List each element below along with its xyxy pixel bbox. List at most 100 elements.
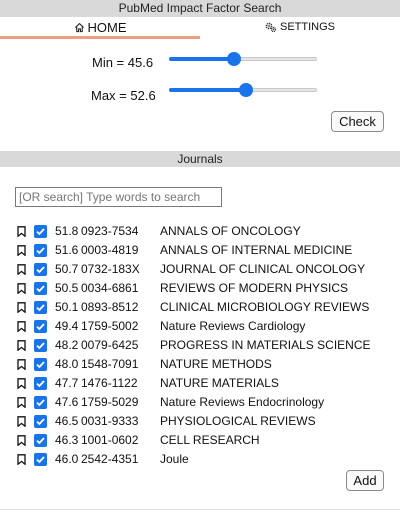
- journal-checkbox[interactable]: [34, 282, 47, 295]
- journal-name: PROGRESS IN MATERIALS SCIENCE: [160, 338, 371, 352]
- tab-settings[interactable]: SETTINGS: [200, 17, 400, 37]
- min-slider-thumb[interactable]: [227, 52, 242, 66]
- journal-issn: 1476-1122: [81, 376, 138, 390]
- journal-checkbox[interactable]: [34, 225, 47, 238]
- journal-impact-factor: 49.4: [55, 319, 79, 333]
- bookmark-icon[interactable]: [17, 378, 26, 392]
- journal-impact-factor: 50.5: [55, 281, 79, 295]
- journal-name: NATURE METHODS: [160, 357, 272, 371]
- journal-issn: 1759-5002: [81, 319, 139, 333]
- journal-checkbox[interactable]: [34, 377, 47, 390]
- journal-name: CLINICAL MICROBIOLOGY REVIEWS: [160, 300, 370, 314]
- bookmark-icon[interactable]: [17, 283, 26, 297]
- checkmark-icon: [36, 247, 45, 255]
- checkmark-icon: [36, 399, 45, 407]
- journal-checkbox[interactable]: [34, 396, 47, 409]
- journal-impact-factor: 48.2: [55, 338, 79, 352]
- journal-issn: 0034-6861: [81, 281, 139, 295]
- checkmark-icon: [36, 304, 45, 312]
- journal-impact-factor: 50.7: [55, 262, 79, 276]
- bookmark-icon[interactable]: [17, 416, 26, 430]
- tab-bar: HOME SETTINGS: [0, 17, 400, 39]
- journal-checkbox[interactable]: [34, 263, 47, 276]
- min-label: Min = 45.6: [92, 55, 154, 70]
- journal-row: 46.0 2542-4351 Joule: [15, 450, 395, 469]
- journal-search-input[interactable]: [15, 187, 222, 207]
- min-slider-fill: [169, 57, 235, 61]
- max-slider-thumb[interactable]: [238, 83, 253, 97]
- journal-name: PHYSIOLOGICAL REVIEWS: [160, 414, 316, 428]
- divider: [0, 509, 400, 510]
- gears-icon: [265, 22, 277, 32]
- journal-checkbox[interactable]: [34, 453, 47, 466]
- app-title: PubMed Impact Factor Search: [0, 0, 400, 17]
- journal-checkbox[interactable]: [34, 320, 47, 333]
- checkmark-icon: [36, 285, 45, 293]
- tab-home[interactable]: HOME: [0, 17, 200, 37]
- journal-name: Nature Reviews Endocrinology: [160, 395, 325, 409]
- journal-row: 47.6 1759-5029 Nature Reviews Endocrinolog…: [15, 393, 395, 412]
- journal-checkbox[interactable]: [34, 301, 47, 314]
- journal-issn: 1759-5029: [81, 395, 139, 409]
- journal-checkbox[interactable]: [34, 244, 47, 257]
- journal-row: 51.6 0003-4819 ANNALS OF INTERNAL MEDICINE: [15, 241, 395, 260]
- bookmark-icon[interactable]: [17, 359, 26, 373]
- bookmark-icon[interactable]: [17, 397, 26, 411]
- checkmark-icon: [36, 418, 45, 426]
- journal-checkbox[interactable]: [34, 434, 47, 447]
- max-label: Max = 52.6: [91, 88, 156, 103]
- bookmark-icon[interactable]: [17, 340, 26, 354]
- journal-issn: 0893-8512: [81, 300, 139, 314]
- journal-row: 47.7 1476-1122 NATURE MATERIALS: [15, 374, 395, 393]
- journal-impact-factor: 46.5: [55, 414, 79, 428]
- journal-issn: 1548-7091: [81, 357, 139, 371]
- bookmark-icon[interactable]: [17, 226, 26, 240]
- journal-impact-factor: 47.6: [55, 395, 79, 409]
- bookmark-icon[interactable]: [17, 321, 26, 335]
- journal-impact-factor: 47.7: [55, 376, 79, 390]
- journal-name: ANNALS OF ONCOLOGY: [160, 224, 301, 238]
- add-button[interactable]: Add: [346, 470, 384, 491]
- journal-name: Joule: [160, 452, 189, 466]
- checkmark-icon: [36, 361, 45, 369]
- checkmark-icon: [36, 342, 45, 350]
- journal-row: 48.0 1548-7091 NATURE METHODS: [15, 355, 395, 374]
- bookmark-icon[interactable]: [17, 454, 26, 468]
- journal-name: Nature Reviews Cardiology: [160, 319, 306, 333]
- journal-row: 51.8 0923-7534 ANNALS OF ONCOLOGY: [15, 222, 395, 241]
- journal-issn: 0923-7534: [81, 224, 139, 238]
- journal-row: 46.3 1001-0602 CELL RESEARCH: [15, 431, 395, 450]
- journal-name: JOURNAL OF CLINICAL ONCOLOGY: [160, 262, 366, 276]
- journal-row: 46.5 0031-9333 PHYSIOLOGICAL REVIEWS: [15, 412, 395, 431]
- active-tab-indicator: [0, 36, 200, 39]
- journal-issn: 1001-0602: [81, 433, 139, 447]
- check-button[interactable]: Check: [331, 111, 384, 132]
- journal-checkbox[interactable]: [34, 415, 47, 428]
- checkmark-icon: [36, 228, 45, 236]
- journal-checkbox[interactable]: [34, 339, 47, 352]
- journal-checkbox[interactable]: [34, 358, 47, 371]
- max-slider[interactable]: [169, 82, 317, 98]
- bookmark-icon[interactable]: [17, 245, 26, 259]
- checkmark-icon: [36, 437, 45, 445]
- journal-issn: 0079-6425: [81, 338, 139, 352]
- journal-row: 50.1 0893-8512 CLINICAL MICROBIOLOGY REVIE…: [15, 298, 395, 317]
- journal-issn: 0003-4819: [81, 243, 139, 257]
- journal-issn: 2542-4351: [81, 452, 139, 466]
- journal-row: 49.4 1759-5002 Nature Reviews Cardiology: [15, 317, 395, 336]
- checkmark-icon: [36, 380, 45, 388]
- journal-name: REVIEWS OF MODERN PHYSICS: [160, 281, 349, 295]
- journal-row: 50.7 0732-183X JOURNAL OF CLINICAL ONCOLOG…: [15, 260, 395, 279]
- checkmark-icon: [36, 266, 45, 274]
- min-slider[interactable]: [169, 51, 317, 67]
- checkmark-icon: [36, 323, 45, 331]
- journal-row: 50.5 0034-6861 REVIEWS OF MODERN PHYSICS: [15, 279, 395, 298]
- bookmark-icon[interactable]: [17, 302, 26, 316]
- journal-name: ANNALS OF INTERNAL MEDICINE: [160, 243, 353, 257]
- journal-name: CELL RESEARCH: [160, 433, 260, 447]
- journal-impact-factor: 46.0: [55, 452, 79, 466]
- bookmark-icon[interactable]: [17, 435, 26, 449]
- journal-issn: 0732-183X: [81, 262, 140, 276]
- max-slider-fill: [169, 88, 246, 92]
- bookmark-icon[interactable]: [17, 264, 26, 278]
